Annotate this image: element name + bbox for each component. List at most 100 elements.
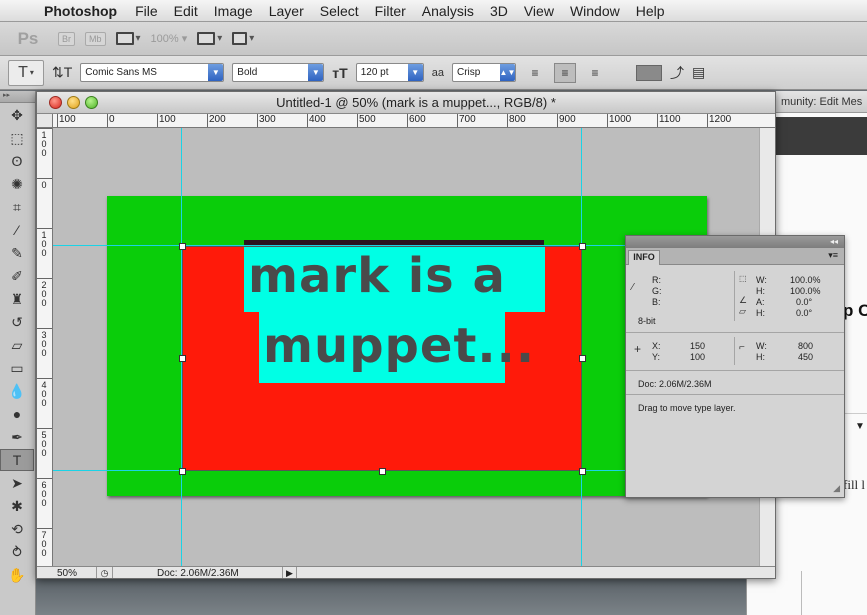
status-doc-size: Doc: 2.06M/2.36M: [113, 566, 283, 578]
view-extras-button[interactable]: ▾: [115, 32, 141, 45]
ruler-tick: [37, 528, 52, 529]
font-family-select[interactable]: Comic Sans MS ▼: [80, 63, 225, 82]
info-hint: Drag to move type layer.: [638, 403, 736, 413]
hand-tool-icon[interactable]: ✋: [0, 564, 34, 586]
pen-tool-icon[interactable]: ✒: [0, 426, 34, 448]
menu-view[interactable]: View: [516, 3, 562, 19]
toolbox-header[interactable]: ▸▸: [0, 91, 35, 103]
transform-handle[interactable]: [179, 243, 186, 250]
panel-collapse-icon[interactable]: ◂◂: [626, 236, 844, 248]
angle-icon: ∠: [739, 295, 748, 305]
tool-preset-picker[interactable]: T ▾: [8, 59, 44, 86]
shape-tool-icon[interactable]: ✱: [0, 495, 34, 517]
antialias-select[interactable]: Crisp ▲▼: [451, 63, 516, 82]
marquee-tool-icon[interactable]: ⬚: [0, 127, 34, 149]
arrange-documents-button[interactable]: ▾: [197, 32, 222, 45]
x-value: 150: [690, 341, 706, 351]
text-orientation-icon[interactable]: ⇅T: [52, 64, 72, 81]
mini-bridge-button[interactable]: Mb: [85, 31, 106, 46]
ruler-tick-label: 700: [459, 114, 476, 125]
history-brush-tool-icon[interactable]: ↺: [0, 311, 34, 333]
status-menu-arrow-icon[interactable]: ▶: [283, 566, 297, 578]
size-w-value: 800: [798, 341, 814, 351]
ruler-tick-label: 1 0 0: [41, 130, 47, 158]
browser-heading-text: p C: [843, 301, 867, 320]
horizontal-ruler[interactable]: 100 0 100 200 300 400 500 600 700 800 900 1000 1100 1…: [53, 114, 775, 128]
font-size-select[interactable]: 120 pt ▼: [355, 63, 424, 82]
zoom-level[interactable]: 100% ▾: [151, 32, 188, 45]
healing-brush-tool-icon[interactable]: ✎: [0, 242, 34, 264]
menu-3d[interactable]: 3D: [482, 3, 516, 19]
ruler-tick: [37, 178, 52, 179]
photoshop-logo: Ps: [17, 28, 39, 48]
zoom-window-button[interactable]: [85, 96, 98, 109]
text-color-swatch[interactable]: [635, 64, 662, 81]
gradient-tool-icon[interactable]: ▭: [0, 357, 34, 379]
warp-text-icon[interactable]: ⤴: [670, 63, 684, 83]
menu-help[interactable]: Help: [628, 3, 673, 19]
size-icon: ⌐: [739, 342, 745, 353]
move-tool-icon[interactable]: ✥: [0, 104, 34, 126]
menu-file[interactable]: File: [127, 3, 166, 19]
status-preview-icon[interactable]: ◷: [97, 566, 113, 578]
eraser-tool-icon[interactable]: ▱: [0, 334, 34, 356]
font-family-value: Comic Sans MS: [85, 67, 157, 78]
menu-edit[interactable]: Edit: [166, 3, 206, 19]
eyedropper-tool-icon[interactable]: ⁄: [0, 219, 34, 241]
info-tabs: INFO ▾≡: [626, 248, 844, 265]
close-window-button[interactable]: [49, 96, 62, 109]
document-title-bar[interactable]: Untitled-1 @ 50% (mark is a muppet..., R…: [37, 92, 775, 114]
ruler-tick-label: 0: [109, 114, 115, 125]
ruler-origin[interactable]: [37, 114, 53, 128]
select-arrow-icon: ▼: [208, 64, 224, 81]
type-tool-icon: T: [18, 63, 28, 81]
ruler-tick: [207, 114, 208, 127]
menu-analysis[interactable]: Analysis: [414, 3, 482, 19]
transform-handle[interactable]: [179, 355, 186, 362]
ruler-tick-label: 2 0 0: [41, 280, 47, 308]
transform-handle[interactable]: [579, 355, 586, 362]
minimize-window-button[interactable]: [67, 96, 80, 109]
type-tool-icon[interactable]: T: [0, 449, 34, 471]
dodge-tool-icon[interactable]: ●: [0, 403, 34, 425]
resize-grip-icon[interactable]: ◢: [833, 483, 840, 494]
clone-stamp-tool-icon[interactable]: ♜: [0, 288, 34, 310]
transform-bounding-box[interactable]: [182, 246, 582, 471]
brush-tool-icon[interactable]: ✐: [0, 265, 34, 287]
transform-handle[interactable]: [379, 468, 386, 475]
lasso-tool-icon[interactable]: ʘ: [0, 150, 34, 172]
menu-image[interactable]: Image: [206, 3, 261, 19]
crop-tool-icon[interactable]: ⌗: [0, 196, 34, 218]
ruler-tick-label: 800: [509, 114, 526, 125]
quick-selection-tool-icon[interactable]: ✺: [0, 173, 34, 195]
skew-label: H:: [756, 308, 765, 318]
character-panel-icon[interactable]: ▤: [692, 64, 705, 81]
align-center-button[interactable]: ≡: [553, 62, 576, 83]
menu-layer[interactable]: Layer: [261, 3, 312, 19]
transform-handle[interactable]: [579, 468, 586, 475]
font-style-select[interactable]: Bold ▼: [232, 63, 325, 82]
transform-handle[interactable]: [179, 468, 186, 475]
ruler-tick-label: 6 0 0: [41, 480, 47, 508]
ruler-tick: [37, 128, 52, 129]
vertical-ruler[interactable]: 1 0 0 0 1 0 0 2 0 0 3 0 0 4 0 0 5 0 0 6 0 0 7 0 …: [37, 128, 53, 566]
menu-select[interactable]: Select: [312, 3, 367, 19]
screen-mode-button[interactable]: ▾: [232, 32, 254, 45]
blur-tool-icon[interactable]: 💧: [0, 380, 34, 402]
tab-info[interactable]: INFO: [628, 250, 660, 265]
ruler-tick: [657, 114, 658, 127]
align-right-button[interactable]: ≡: [584, 63, 606, 83]
3d-orbit-tool-icon[interactable]: ⥁: [0, 541, 34, 563]
dropdown-arrow-icon[interactable]: ▼: [855, 421, 865, 432]
menu-window[interactable]: Window: [562, 3, 628, 19]
panel-menu-icon[interactable]: ▾≡: [828, 250, 838, 261]
menu-app-name[interactable]: Photoshop: [40, 3, 127, 19]
bridge-button[interactable]: Br: [58, 31, 75, 46]
menu-filter[interactable]: Filter: [367, 3, 414, 19]
path-selection-tool-icon[interactable]: ➤: [0, 472, 34, 494]
transform-handle[interactable]: [579, 243, 586, 250]
align-left-button[interactable]: ≡: [524, 63, 546, 83]
info-hint-section: Drag to move type layer.: [626, 395, 844, 425]
status-zoom[interactable]: 50%: [37, 566, 97, 578]
3d-rotate-tool-icon[interactable]: ⟲: [0, 518, 34, 540]
